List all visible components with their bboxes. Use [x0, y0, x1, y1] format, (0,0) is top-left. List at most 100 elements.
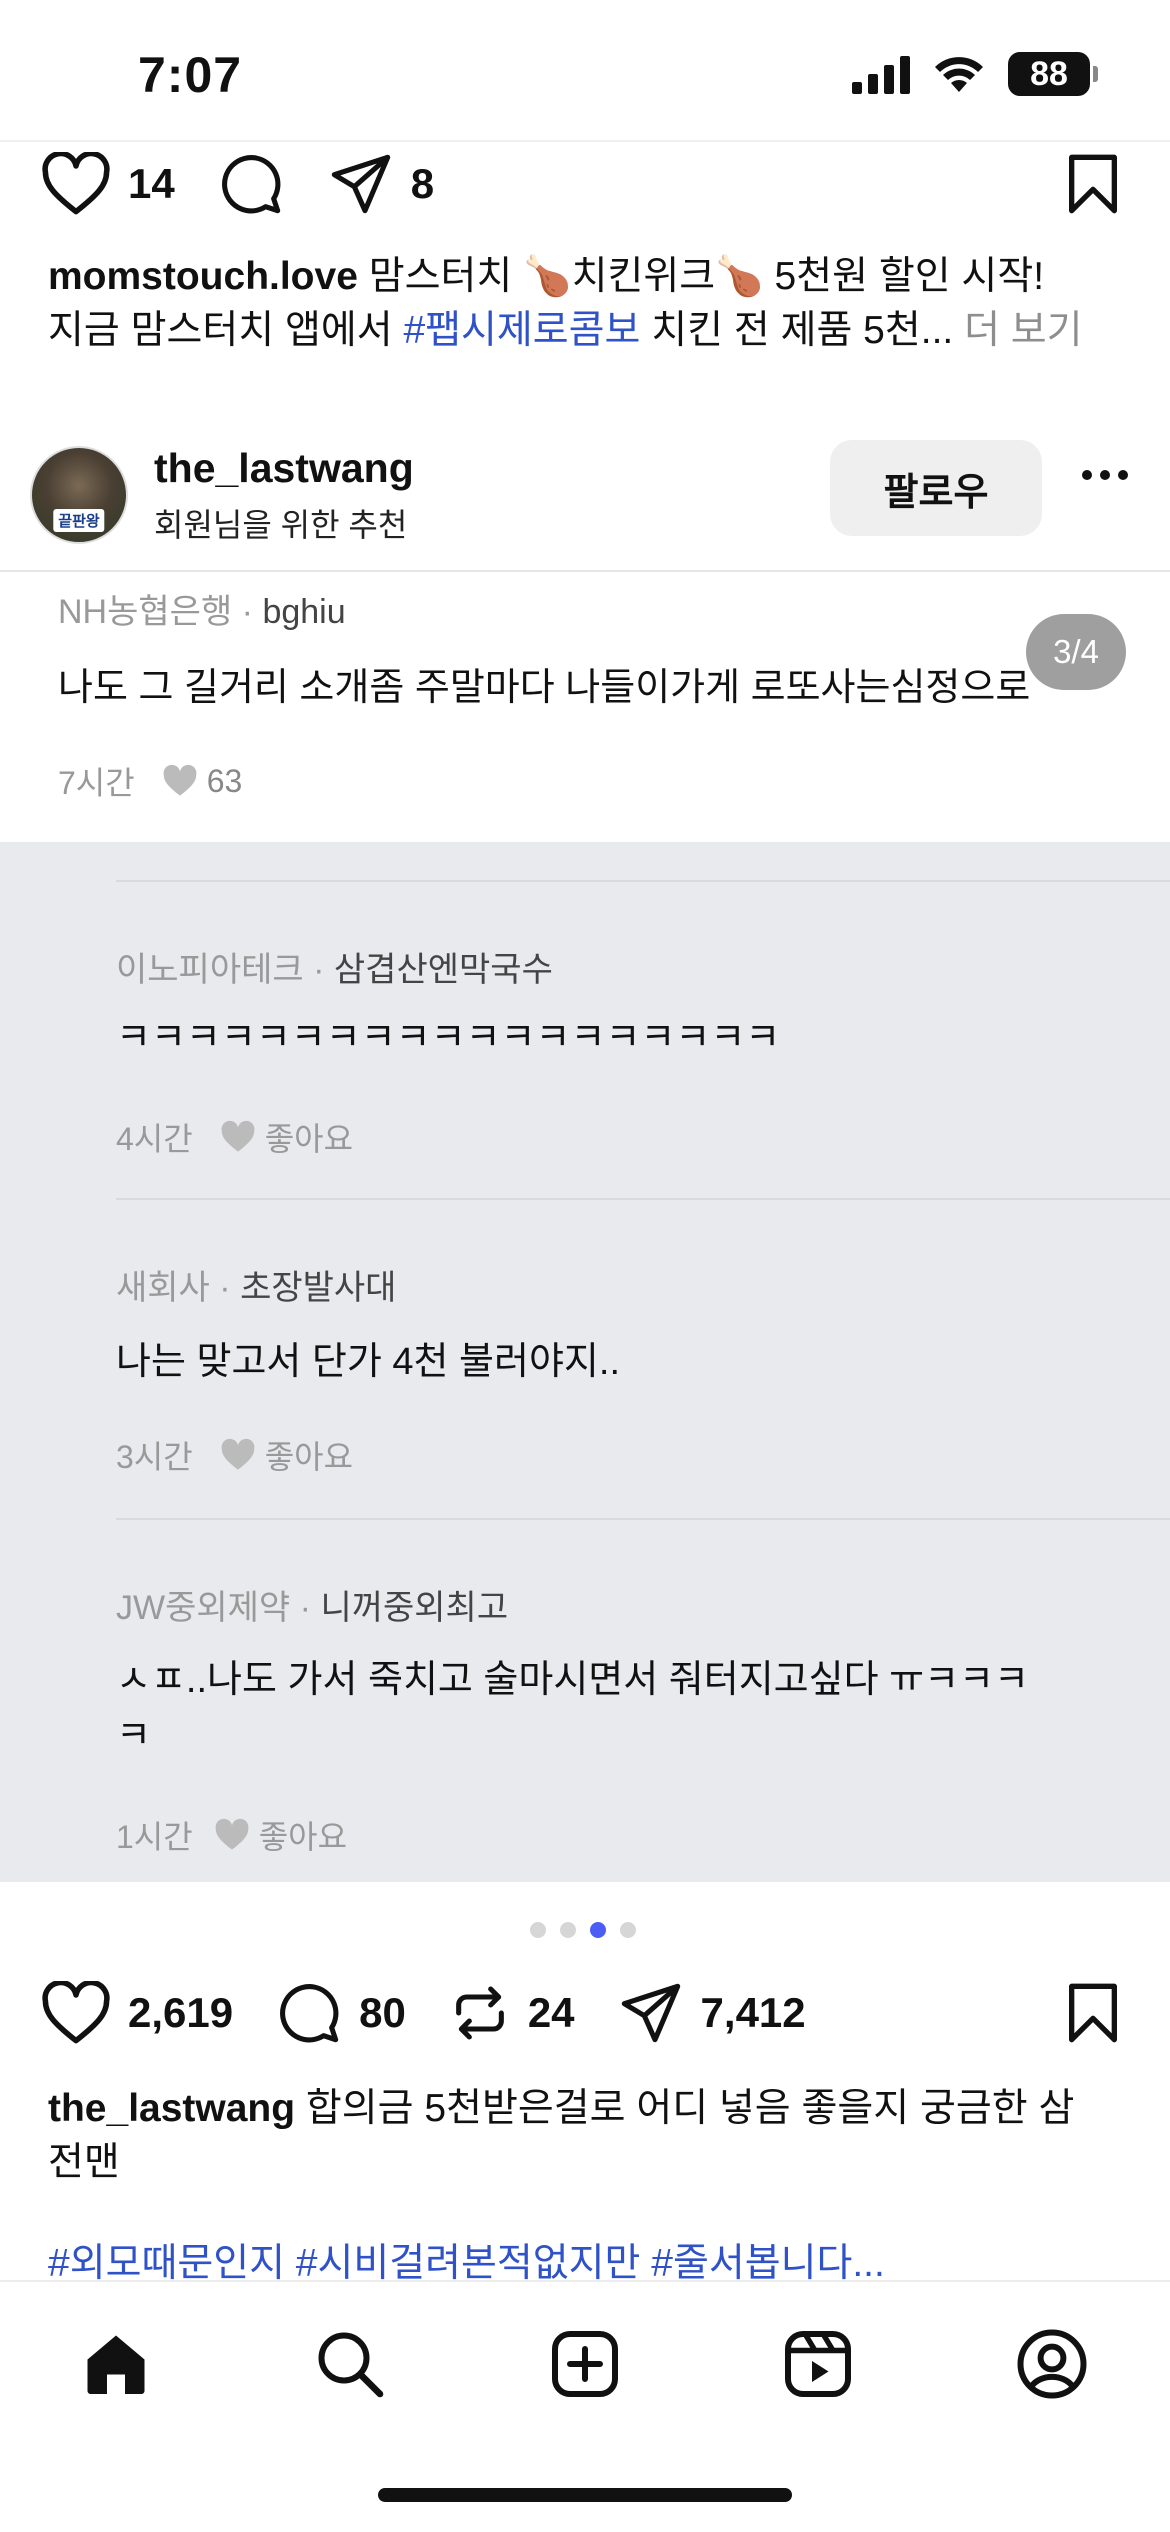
tab-reels[interactable]: [778, 2324, 858, 2404]
post2-share-count: 7,412: [700, 1989, 806, 2036]
comment-text: ㅅㅍ..나도 가서 죽치고 술마시면서 줘터지고싶다 ㅠㅋㅋㅋ ㅋ: [116, 1652, 1029, 1764]
post1-caption-user[interactable]: momstouch.love: [48, 255, 358, 298]
avatar[interactable]: 끝판왕: [30, 446, 128, 544]
status-time: 7:07: [138, 47, 243, 103]
carousel-dot: [620, 1922, 636, 1938]
carousel-dot: [530, 1922, 546, 1938]
comment-footer: 4시간 좋아요: [116, 1114, 353, 1160]
post1-actions: 14 8: [40, 152, 1122, 216]
page-indicator: 3/4: [1026, 614, 1126, 690]
comment-company: NH농협은행: [58, 593, 233, 631]
post2-caption-line2: 전맨: [48, 2141, 120, 2184]
search-icon: [318, 2332, 384, 2398]
comment-divider: [116, 880, 1170, 882]
repost-icon: [455, 1986, 504, 2040]
post2-caption-text: 합의금 5천받은걸로 어디 넣음 좋을지 궁금한 삼: [295, 2087, 1075, 2130]
heart-icon: [161, 764, 199, 798]
heart-icon: [219, 1438, 257, 1472]
post2-caption: the_lastwang 합의금 5천받은걸로 어디 넣음 좋을지 궁금한 삼 …: [48, 2082, 1110, 2190]
tab-home[interactable]: [76, 2324, 156, 2404]
post1-like-count: 14: [128, 160, 175, 207]
battery-level: 88: [1030, 54, 1068, 93]
post1-caption-suffix: 치킨 전 제품 5천...: [640, 309, 954, 352]
comment-nick: 초장발사대: [240, 1269, 397, 1307]
profile-icon: [1017, 2329, 1087, 2399]
status-icons: 88: [852, 52, 1098, 96]
post1-comment[interactable]: [217, 152, 285, 216]
comment-company: 새회사: [116, 1269, 210, 1307]
heart-icon: [213, 1818, 251, 1852]
comment-meta: NH농협은행 · bghiu: [58, 593, 346, 631]
top-divider: [0, 140, 1170, 142]
carousel-dots: [530, 1922, 636, 1938]
post2-subtitle: 회원님을 위한 추천: [154, 506, 408, 543]
comment-time: 7시간: [58, 765, 135, 801]
more-options-icon[interactable]: [1082, 470, 1128, 480]
post2-like[interactable]: 2,619: [40, 1981, 233, 2045]
post1-like[interactable]: 14: [40, 152, 175, 216]
comment-icon: [221, 155, 281, 214]
post2-caption-line1: the_lastwang 합의금 5천받은걸로 어디 넣음 좋을지 궁금한 삼: [48, 2082, 1110, 2136]
home-icon: [87, 2335, 145, 2394]
post1-share[interactable]: 8: [327, 152, 434, 216]
send-icon: [621, 1983, 680, 2043]
post2-comment[interactable]: 80: [275, 1981, 406, 2045]
comment-time: 1시간: [116, 1819, 193, 1855]
wifi-icon: [935, 57, 983, 92]
tab-create[interactable]: [545, 2324, 625, 2404]
bookmark-icon[interactable]: [1064, 152, 1122, 216]
comment-nick: 니꺼중외최고: [320, 1589, 509, 1627]
post1-caption-line2: 지금 맘스터치 앱에서 #팹시제로콤보 치킨 전 제품 5천... 더 보기: [48, 304, 1110, 358]
post1-hashtag[interactable]: #팹시제로콤보: [403, 309, 640, 352]
comment-meta: 새회사 · 초장발사대: [116, 1269, 397, 1307]
comment-company: 이노피아테크: [116, 951, 304, 989]
comment-footer: 1시간 좋아요: [116, 1812, 347, 1858]
post2-username[interactable]: the_lastwang: [154, 445, 414, 492]
heart-icon: [219, 1120, 257, 1154]
post2-repost-count: 24: [527, 1989, 575, 2036]
signal-icon: [852, 56, 910, 94]
comment-like-label: 좋아요: [264, 1121, 354, 1157]
battery-indicator: 88: [1008, 52, 1098, 96]
avatar-label: 끝판왕: [53, 509, 105, 532]
comment-footer: 3시간 좋아요: [116, 1432, 353, 1478]
post1-caption: momstouch.love 맘스터치 🍗치킨위크🍗 5천원 할인 시작! 지금…: [48, 250, 1110, 358]
comment-text-line1: ㅅㅍ..나도 가서 죽치고 술마시면서 줘터지고싶다 ㅠㅋㅋㅋ: [116, 1659, 1029, 1701]
post2-header-text: the_lastwang 회원님을 위한 추천: [154, 445, 414, 546]
post1-caption-prefix: 지금 맘스터치 앱에서: [48, 309, 404, 352]
carousel-dot-active: [590, 1922, 606, 1938]
battery-tip: [1093, 66, 1098, 82]
comment-text: ㅋㅋㅋㅋㅋㅋㅋㅋㅋㅋㅋㅋㅋㅋㅋㅋㅋㅋㅋ: [116, 1017, 781, 1059]
comment-nick: 삼겹산엔막국수: [333, 951, 553, 989]
comment-company: JW중외제약: [116, 1589, 291, 1627]
comment-text: 나도 그 길거리 소개좀 주말마다 나들이가게 로또사는심정으로: [58, 667, 1031, 709]
post1-caption-text: 맘스터치 🍗치킨위크🍗 5천원 할인 시작!: [357, 255, 1045, 298]
heart-icon: [42, 1981, 110, 2044]
heart-icon: [42, 152, 110, 215]
comment-time: 3시간: [116, 1439, 193, 1475]
post1-share-count: 8: [410, 160, 435, 207]
comment-footer: 7시간 63: [58, 758, 242, 804]
post2-repost[interactable]: 24: [448, 1981, 575, 2045]
tab-profile[interactable]: [1012, 2324, 1092, 2404]
post2-caption-user[interactable]: the_lastwang: [48, 2087, 295, 2130]
post2-header: 끝판왕 the_lastwang 회원님을 위한 추천 팔로우: [30, 440, 1140, 550]
post2-actions: 2,619 80 24 7,412: [40, 1978, 1122, 2048]
bookmark-icon[interactable]: [1064, 1981, 1122, 2045]
tab-search[interactable]: [310, 2324, 390, 2404]
comment-text-line2: ㅋ: [116, 1715, 151, 1757]
comment-meta: JW중외제약 · 니꺼중외최고: [116, 1589, 509, 1627]
comment-divider: [116, 1518, 1170, 1520]
home-indicator[interactable]: [378, 2488, 792, 2502]
carousel-dot: [560, 1922, 576, 1938]
follow-button[interactable]: 팔로우: [830, 440, 1042, 536]
send-icon: [331, 154, 390, 214]
more-link[interactable]: 더 보기: [953, 309, 1082, 352]
post2-comment-count: 80: [359, 1989, 406, 2036]
comment-like-label: 좋아요: [264, 1439, 354, 1475]
comment-divider: [116, 1198, 1170, 1200]
comment-meta: 이노피아테크 · 삼겹산엔막국수: [116, 951, 553, 989]
status-bar: 7:07 88: [0, 0, 1170, 140]
post1-caption-line1: momstouch.love 맘스터치 🍗치킨위크🍗 5천원 할인 시작!: [48, 250, 1110, 304]
post2-share[interactable]: 7,412: [617, 1981, 806, 2045]
